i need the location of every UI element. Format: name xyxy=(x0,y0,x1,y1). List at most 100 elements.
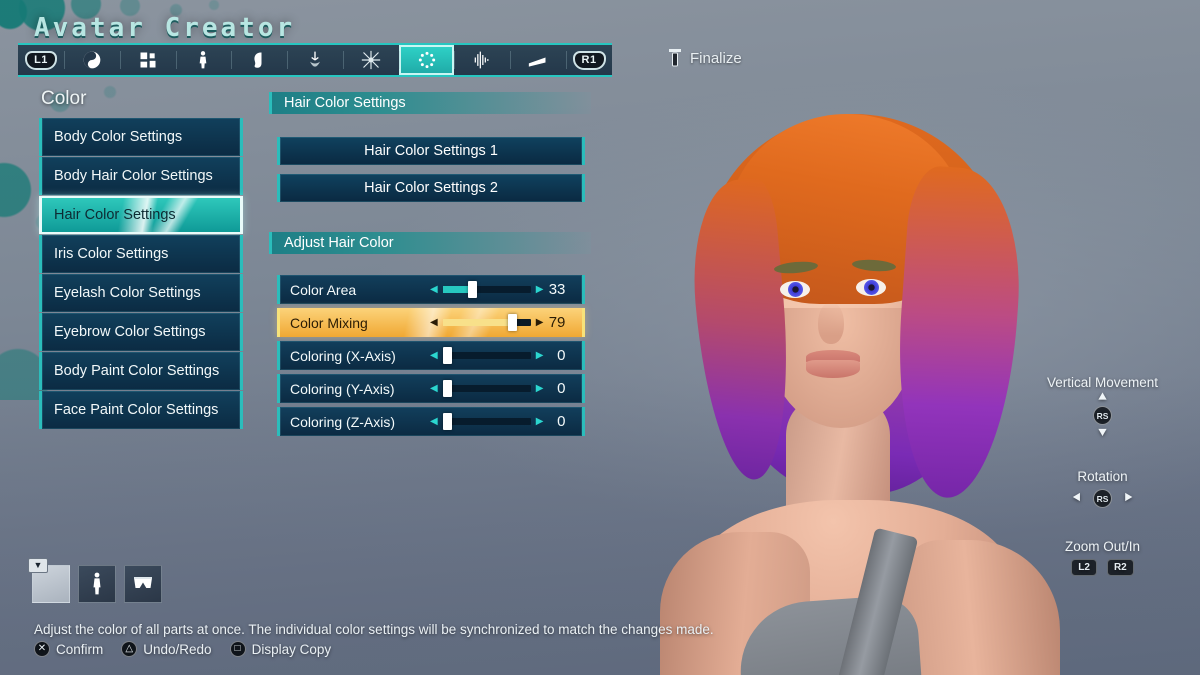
slider-track[interactable] xyxy=(442,413,531,430)
tab-left-bumper[interactable]: L1 xyxy=(18,45,64,75)
slider-row-color-mixing[interactable]: Color Mixing ◀ ▶ 79 xyxy=(277,308,585,337)
slider-increase-arrow[interactable]: ▶ xyxy=(536,284,544,295)
voice-wave-icon xyxy=(475,51,489,69)
finalize-button[interactable]: Finalize xyxy=(668,48,742,68)
sidebar-item-label: Eyebrow Color Settings xyxy=(54,324,206,340)
tab-face-paint[interactable] xyxy=(342,45,399,75)
slider-label: Color Mixing xyxy=(290,314,368,331)
page-title: Avatar Creator xyxy=(34,13,296,43)
avatar-creator-screen: Avatar Creator L1 R1 Finalize Color Body… xyxy=(0,0,1200,675)
prompt-display-copy[interactable]: □ Display Copy xyxy=(229,641,332,657)
sidebar-title: Color xyxy=(41,88,87,109)
tab-body[interactable] xyxy=(175,45,232,75)
arrow-right-icon: ⯈ xyxy=(1122,490,1135,507)
slider-row-coloring-y-axis[interactable]: Coloring (Y-Axis) ◀ ▶ 0 xyxy=(277,374,585,403)
prompt-label: Display Copy xyxy=(251,641,332,657)
underwear-icon xyxy=(134,577,152,588)
l2-button-label: L2 xyxy=(1071,559,1097,576)
slider-increase-arrow[interactable]: ▶ xyxy=(536,317,544,328)
sidebar-item-hair-color[interactable]: Hair Color Settings xyxy=(39,196,243,234)
sidebar-item-eyelash-color[interactable]: Eyelash Color Settings xyxy=(39,274,243,312)
sidebar-item-face-paint-color[interactable]: Face Paint Color Settings xyxy=(39,391,243,429)
slider-value: 33 xyxy=(548,281,566,298)
tab-right-bumper[interactable]: R1 xyxy=(566,45,612,75)
face-paint-icon xyxy=(361,50,380,70)
sidebar-item-label: Iris Color Settings xyxy=(54,246,169,262)
slider-decrease-arrow[interactable]: ◀ xyxy=(430,383,438,394)
slider-label: Coloring (Y-Axis) xyxy=(290,380,395,397)
button-prompt-bar: ✕ Confirm △ Undo/Redo □ Display Copy xyxy=(34,641,331,657)
slider-track[interactable] xyxy=(442,380,531,397)
body-thumbnail[interactable] xyxy=(78,565,116,603)
slider-increase-arrow[interactable]: ▶ xyxy=(536,383,544,394)
sidebar-item-label: Hair Color Settings xyxy=(54,207,176,223)
underwear-thumbnail[interactable] xyxy=(124,565,162,603)
triangle-button-icon: △ xyxy=(121,641,138,657)
hair-color-slider-list[interactable]: Color Area ◀ ▶ 33 Color Mixing ◀ ▶ 79 Co… xyxy=(277,275,585,440)
sidebar-item-label: Body Paint Color Settings xyxy=(54,363,220,379)
slider-value: 0 xyxy=(557,413,566,430)
color-wheel-icon xyxy=(418,51,435,69)
slider-label: Coloring (Z-Axis) xyxy=(290,413,396,430)
tab-color[interactable] xyxy=(398,45,455,75)
cross-button-icon: ✕ xyxy=(34,641,50,657)
sidebar-item-label: Face Paint Color Settings xyxy=(54,402,219,418)
tab-body-type[interactable] xyxy=(119,45,176,75)
slider-decrease-arrow[interactable]: ◀ xyxy=(430,350,438,361)
square-button-icon: □ xyxy=(229,641,246,657)
slider-track[interactable] xyxy=(442,281,531,298)
category-tabbar[interactable]: L1 R1 xyxy=(18,43,612,77)
slider-decrease-arrow[interactable]: ◀ xyxy=(430,317,438,328)
vertical-movement-label: Vertical Movement xyxy=(1046,375,1159,390)
slider-row-coloring-z-axis[interactable]: Coloring (Z-Axis) ◀ ▶ 0 xyxy=(277,407,585,436)
slider-track[interactable] xyxy=(442,314,531,331)
slider-decrease-arrow[interactable]: ◀ xyxy=(430,416,438,427)
zoom-label: Zoom Out/In xyxy=(1064,539,1141,554)
slider-label: Color Area xyxy=(290,281,357,298)
hair-color-settings-1-button[interactable]: Hair Color Settings 1 xyxy=(277,137,585,165)
slider-increase-arrow[interactable]: ▶ xyxy=(536,416,544,427)
sidebar-item-body-paint-color[interactable]: Body Paint Color Settings xyxy=(39,352,243,390)
hair-color-settings-2-button[interactable]: Hair Color Settings 2 xyxy=(277,174,585,202)
arrow-up-icon: ⯅ xyxy=(1096,389,1109,406)
sidebar-item-iris-color[interactable]: Iris Color Settings xyxy=(39,235,243,273)
slider-handle[interactable] xyxy=(508,314,518,331)
tab-presets[interactable] xyxy=(64,45,120,75)
slider-track[interactable] xyxy=(442,347,531,364)
prompt-confirm[interactable]: ✕ Confirm xyxy=(34,641,103,657)
grid-squares-icon xyxy=(140,52,156,68)
part-thumbnail-strip[interactable]: ▼ xyxy=(28,558,162,603)
sidebar-item-body-color[interactable]: Body Color Settings xyxy=(39,118,243,156)
arrow-left-icon: ⯇ xyxy=(1070,490,1083,507)
slider-handle[interactable] xyxy=(467,281,477,298)
slider-handle[interactable] xyxy=(442,380,452,397)
slider-row-color-area[interactable]: Color Area ◀ ▶ 33 xyxy=(277,275,585,304)
tab-hair[interactable] xyxy=(287,45,343,75)
sidebar-item-eyebrow-color[interactable]: Eyebrow Color Settings xyxy=(39,313,243,351)
avatar-nose xyxy=(818,302,844,344)
tab-profile-card[interactable] xyxy=(510,45,566,75)
slider-row-coloring-x-axis[interactable]: Coloring (X-Axis) ◀ ▶ 0 xyxy=(277,341,585,370)
tab-head[interactable] xyxy=(231,45,287,75)
full-body-icon xyxy=(200,51,207,69)
avatar-iris-right xyxy=(864,280,879,295)
right-stick-icon: RS xyxy=(1093,489,1112,508)
chevron-down-icon[interactable]: ▼ xyxy=(28,558,48,573)
category-dropdown-thumbnail[interactable]: ▼ xyxy=(28,558,70,603)
arrow-down-icon: ⯆ xyxy=(1096,425,1109,442)
slider-increase-arrow[interactable]: ▶ xyxy=(536,350,544,361)
prompt-undo-redo[interactable]: △ Undo/Redo xyxy=(121,641,212,657)
card-icon xyxy=(528,57,546,67)
body-icon xyxy=(93,572,101,595)
color-settings-menu[interactable]: Body Color Settings Body Hair Color Sett… xyxy=(39,118,243,430)
r2-button-label: R2 xyxy=(1106,559,1134,576)
slider-handle[interactable] xyxy=(442,413,452,430)
slider-label: Coloring (X-Axis) xyxy=(290,347,396,364)
yin-yang-icon xyxy=(83,51,101,69)
slider-decrease-arrow[interactable]: ◀ xyxy=(430,284,438,295)
avatar-model[interactable] xyxy=(600,40,1120,675)
tab-voice[interactable] xyxy=(454,45,510,75)
sidebar-item-body-hair-color[interactable]: Body Hair Color Settings xyxy=(39,157,243,195)
slider-handle[interactable] xyxy=(442,347,452,364)
sidebar-item-label: Body Color Settings xyxy=(54,129,183,145)
